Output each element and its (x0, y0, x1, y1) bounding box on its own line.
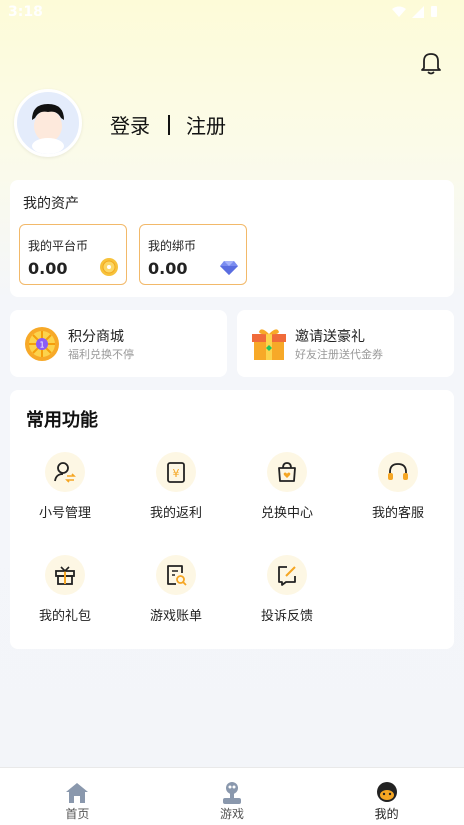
platform-coin-box[interactable]: 我的平台币 0.00 (19, 224, 127, 285)
func-account-management[interactable]: 小号管理 (15, 452, 115, 532)
tab-home[interactable]: 首页 (0, 768, 155, 825)
func-label: 游戏账单 (149, 609, 202, 624)
func-label: 我的返利 (149, 506, 202, 521)
points-wheel-icon: 1 (25, 327, 59, 361)
tab-games-label: 游戏 (220, 807, 245, 821)
status-icons (392, 5, 438, 18)
rebate-icon: ¥ (156, 452, 196, 492)
profile-icon (376, 782, 397, 802)
points-mall-title: 积分商城 (68, 329, 124, 345)
func-label: 我的礼包 (38, 609, 91, 624)
func-label: 投诉反馈 (260, 609, 313, 624)
invite-gift-card[interactable]: 邀请送豪礼 好友注册送代金券 (237, 310, 454, 377)
avatar[interactable] (14, 89, 82, 157)
points-mall-card[interactable]: 1 积分商城 福利兑换不停 (10, 310, 227, 377)
bound-coin-label: 我的绑币 (148, 239, 197, 253)
func-complaint-feedback[interactable]: 投诉反馈 (237, 555, 337, 635)
account-switch-icon (45, 452, 85, 492)
tab-home-label: 首页 (65, 807, 90, 821)
signal-icon (412, 5, 424, 18)
diamond-icon (220, 261, 238, 275)
func-label: 兑换中心 (260, 506, 313, 521)
bottom-tab-bar: 首页 游戏 我的 (0, 767, 464, 825)
battery-icon (431, 6, 437, 17)
wifi-icon (392, 6, 406, 17)
bound-coin-value: 0.00 (148, 259, 188, 278)
headset-icon (378, 452, 418, 492)
svg-text:1: 1 (39, 341, 44, 350)
func-my-gift-pack[interactable]: 我的礼包 (15, 555, 115, 635)
tab-mine[interactable]: 我的 (309, 768, 464, 825)
func-game-bill[interactable]: 游戏账单 (126, 555, 226, 635)
feedback-edit-icon (267, 555, 307, 595)
tab-games[interactable]: 游戏 (155, 768, 310, 825)
func-label: 我的客服 (371, 506, 424, 521)
notification-bell-icon[interactable] (418, 50, 444, 76)
invite-gift-title: 邀请送豪礼 (295, 329, 365, 345)
gold-coin-icon (100, 258, 118, 276)
assets-card: 我的资产 我的平台币 0.00 我的绑币 0.00 (10, 180, 454, 297)
divider (168, 114, 170, 135)
bill-search-icon (156, 555, 196, 595)
svg-text:¥: ¥ (173, 467, 180, 480)
gift-package-icon (252, 329, 286, 360)
bound-coin-box[interactable]: 我的绑币 0.00 (139, 224, 247, 285)
func-label: 小号管理 (38, 506, 91, 521)
exchange-bag-icon (267, 452, 307, 492)
home-icon (66, 783, 89, 803)
platform-coin-label: 我的平台币 (28, 239, 89, 253)
func-customer-service[interactable]: 我的客服 (348, 452, 448, 532)
func-my-rebate[interactable]: ¥ 我的返利 (126, 452, 226, 532)
tab-mine-label: 我的 (374, 807, 399, 821)
invite-gift-subtitle: 好友注册送代金券 (295, 348, 383, 361)
points-mall-subtitle: 福利兑换不停 (68, 348, 134, 361)
functions-title: 常用功能 (26, 410, 98, 431)
joystick-icon (223, 782, 241, 804)
avatar-face-icon (32, 104, 64, 154)
status-time: 3:18 (8, 4, 43, 20)
login-link[interactable]: 登录 (110, 110, 150, 139)
status-bar: 3:18 (0, 0, 464, 26)
gift-box-icon (45, 555, 85, 595)
common-functions-card: 常用功能 小号管理 ¥ 我的返利 兑换中心 我的客服 我的礼包 游戏账单 投诉反… (10, 390, 454, 649)
func-exchange-center[interactable]: 兑换中心 (237, 452, 337, 532)
assets-title: 我的资产 (23, 196, 79, 212)
login-register-row: 登录 注册 (110, 110, 226, 139)
register-link[interactable]: 注册 (186, 110, 226, 139)
platform-coin-value: 0.00 (28, 259, 68, 278)
